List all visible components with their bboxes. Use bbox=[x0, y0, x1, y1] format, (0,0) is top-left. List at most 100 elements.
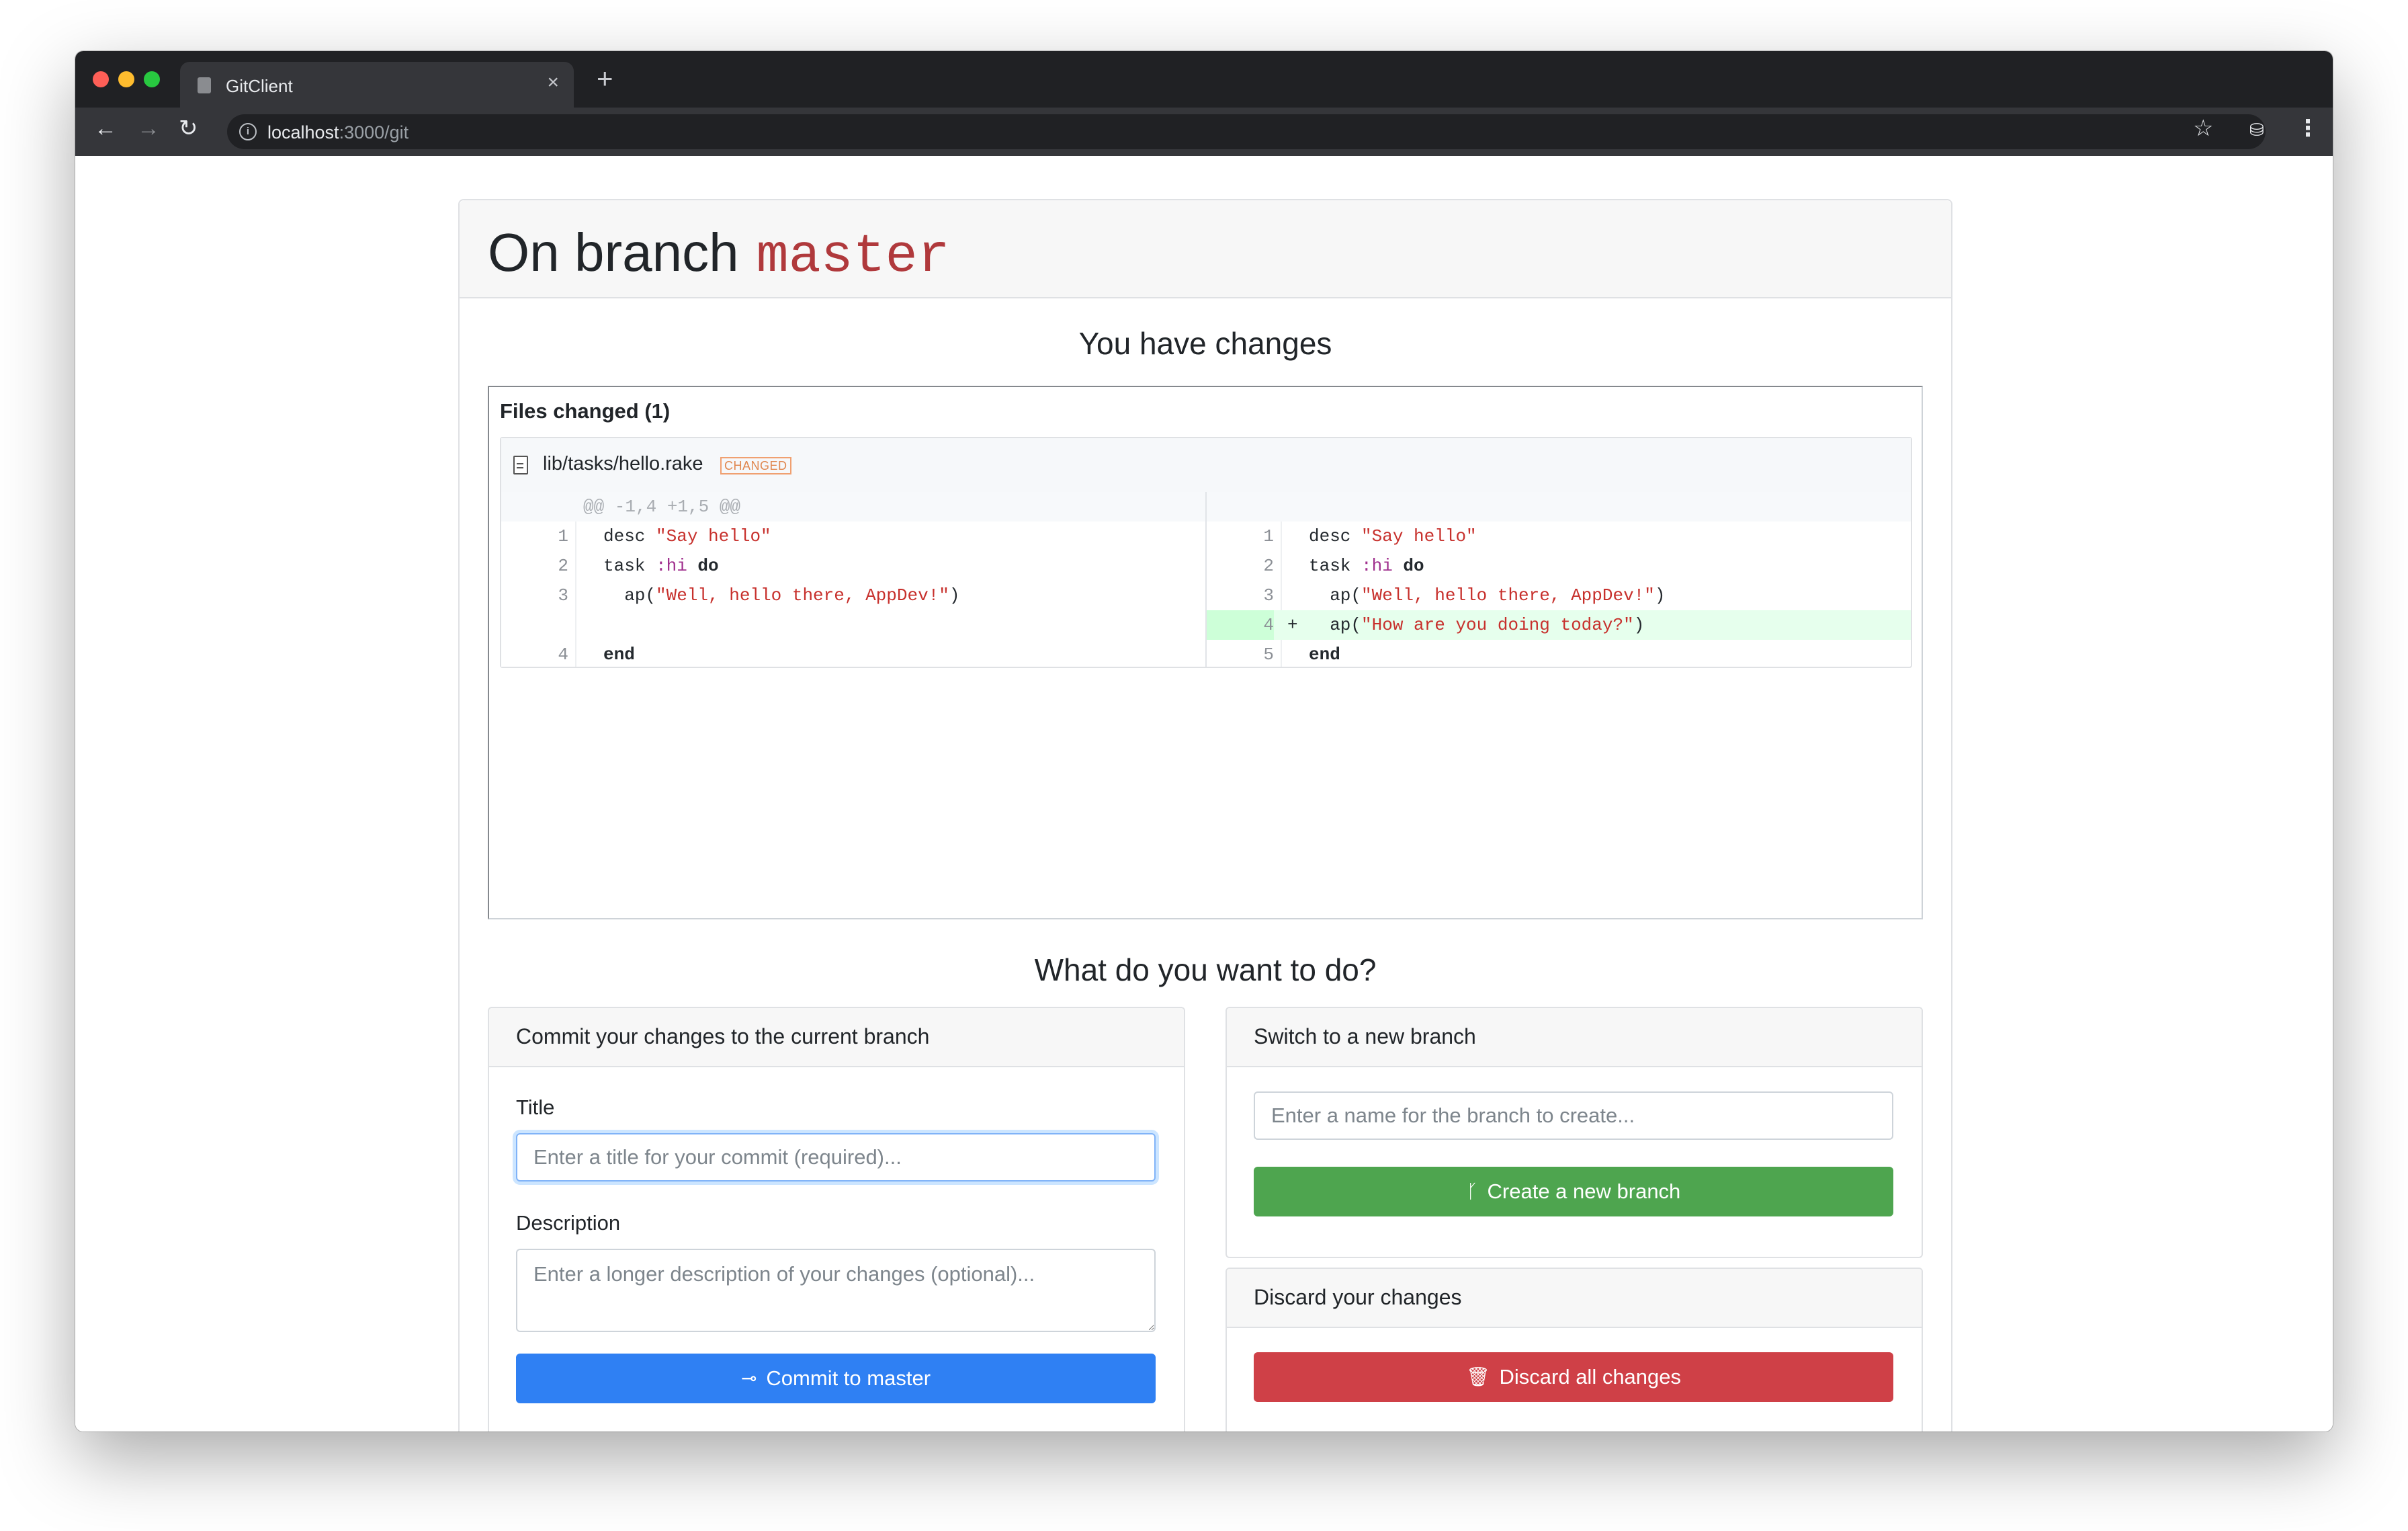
switch-branch-panel: Switch to a new branch ᚴ Create a new br… bbox=[1226, 1007, 1923, 1258]
discard-button[interactable]: 🗑 Discard all changes bbox=[1254, 1352, 1893, 1402]
commit-button[interactable]: ⊸ Commit to master bbox=[516, 1354, 1156, 1403]
discard-panel-header: Discard your changes bbox=[1227, 1269, 1922, 1328]
reload-icon[interactable]: ↻ bbox=[179, 117, 198, 140]
todo-heading: What do you want to do? bbox=[1034, 952, 1377, 987]
line-number: 4 bbox=[558, 645, 568, 665]
diff-row-empty bbox=[501, 610, 1205, 640]
minimize-window-button[interactable] bbox=[118, 71, 134, 87]
diff-row: 4 end bbox=[501, 640, 1205, 669]
code-token: task bbox=[603, 556, 656, 576]
switch-panel-title: Switch to a new branch bbox=[1254, 1024, 1476, 1048]
code-line: task :hi do bbox=[603, 551, 719, 581]
code-token: ap( bbox=[1309, 615, 1362, 635]
diff-row: 1 desc "Say hello" bbox=[1207, 522, 1911, 551]
commit-description-textarea[interactable] bbox=[516, 1249, 1156, 1332]
code-token: desc bbox=[603, 526, 656, 546]
line-number: 5 bbox=[1263, 645, 1274, 665]
title-label: Title bbox=[516, 1095, 555, 1119]
hunk-header-row bbox=[1207, 492, 1911, 522]
switch-panel-header: Switch to a new branch bbox=[1227, 1008, 1922, 1067]
create-branch-label: Create a new branch bbox=[1487, 1180, 1681, 1203]
back-arrow-icon[interactable]: ← bbox=[94, 117, 117, 140]
code-line: task :hi do bbox=[1309, 551, 1424, 581]
description-label: Description bbox=[516, 1211, 621, 1235]
diff-row: 5 end bbox=[1207, 640, 1911, 669]
changes-heading: You have changes bbox=[1078, 326, 1332, 361]
discard-panel-title: Discard your changes bbox=[1254, 1285, 1462, 1309]
diff-left-pane: @@ -1,4 +1,5 @@ 1 desc "Say hello" 2 task … bbox=[501, 492, 1207, 667]
url-text[interactable]: localhost:3000/git bbox=[267, 122, 408, 143]
url-host: localhost bbox=[267, 122, 339, 142]
bookmark-star-icon[interactable]: ☆ bbox=[2193, 117, 2213, 140]
diff-row: 2 task :hi do bbox=[1207, 551, 1911, 581]
branch-name: master bbox=[756, 226, 950, 288]
code-token: desc bbox=[1309, 526, 1362, 546]
page-title-prefix: On branch bbox=[488, 222, 739, 282]
branch-card: On branch master You have changes Files c… bbox=[458, 199, 1952, 1432]
code-line: desc "Say hello" bbox=[1309, 522, 1477, 551]
code-line: ap("How are you doing today?") bbox=[1309, 610, 1644, 640]
favicon-icon bbox=[198, 77, 211, 93]
kebab-menu-icon[interactable]: ⋮ bbox=[2296, 117, 2319, 140]
code-string: "How are you doing today?" bbox=[1361, 615, 1634, 635]
info-icon[interactable]: i bbox=[239, 123, 257, 140]
code-line: ap("Well, hello there, AppDev!") bbox=[603, 581, 960, 610]
discard-button-label: Discard all changes bbox=[1499, 1365, 1682, 1389]
code-token: ) bbox=[1633, 615, 1645, 635]
code-symbol: :hi bbox=[1361, 556, 1393, 576]
commit-panel: Commit your changes to the current branc… bbox=[488, 1007, 1185, 1432]
file-status-badge: CHANGED bbox=[720, 457, 791, 474]
file-name[interactable]: lib/tasks/hello.rake bbox=[543, 453, 703, 475]
code-keyword: do bbox=[1392, 556, 1424, 576]
new-tab-icon[interactable]: + bbox=[597, 65, 613, 93]
diff-row: 1 desc "Say hello" bbox=[501, 522, 1205, 551]
code-keyword: end bbox=[603, 645, 635, 665]
commit-title-input[interactable] bbox=[516, 1133, 1156, 1182]
hunk-header: @@ -1,4 +1,5 @@ bbox=[583, 497, 741, 517]
branch-name-input[interactable] bbox=[1254, 1091, 1893, 1140]
incognito-icon[interactable]: ⛁ bbox=[2249, 121, 2264, 138]
tab-close-icon[interactable]: × bbox=[547, 73, 559, 93]
hunk-header-row: @@ -1,4 +1,5 @@ bbox=[501, 492, 1205, 522]
commit-panel-header: Commit your changes to the current branc… bbox=[489, 1008, 1184, 1067]
code-string: "Well, hello there, AppDev!" bbox=[1361, 585, 1655, 606]
line-number: 2 bbox=[1263, 556, 1274, 576]
files-changed-label: Files changed (1) bbox=[500, 399, 671, 423]
close-window-button[interactable] bbox=[93, 71, 109, 87]
diff-row-added: 4 + ap("How are you doing today?") bbox=[1207, 610, 1911, 640]
line-number: 3 bbox=[1263, 585, 1274, 606]
code-string: "Well, hello there, AppDev!" bbox=[656, 585, 949, 606]
commit-button-label: Commit to master bbox=[766, 1366, 931, 1390]
zoom-window-button[interactable] bbox=[144, 71, 160, 87]
file-header: lib/tasks/hello.rake CHANGED bbox=[501, 438, 1911, 493]
create-branch-button[interactable]: ᚴ Create a new branch bbox=[1254, 1167, 1893, 1216]
page-viewport: On branch master You have changes Files c… bbox=[75, 156, 2333, 1432]
code-token: task bbox=[1309, 556, 1362, 576]
trash-icon: 🗑 bbox=[1465, 1366, 1490, 1387]
tab-title: GitClient bbox=[226, 76, 293, 96]
code-token: ) bbox=[949, 585, 960, 606]
line-number: 3 bbox=[558, 585, 568, 606]
commit-panel-title: Commit your changes to the current branc… bbox=[516, 1024, 930, 1048]
browser-toolbar: ← → ↻ i localhost:3000/git ☆ ⛁ ⋮ bbox=[75, 108, 2333, 156]
card-header: On branch master bbox=[460, 200, 1951, 298]
file-icon bbox=[513, 456, 528, 474]
diff-right-pane: 1 desc "Say hello" 2 task :hi do 3 ap("Wel… bbox=[1207, 492, 1911, 667]
code-token: ap( bbox=[1309, 585, 1362, 606]
browser-tab[interactable]: GitClient × bbox=[180, 62, 574, 108]
code-keyword: do bbox=[687, 556, 719, 576]
line-number: 1 bbox=[1263, 526, 1274, 546]
url-path: :3000/git bbox=[339, 122, 409, 142]
git-branch-icon: ᚴ bbox=[1466, 1181, 1478, 1202]
code-line: ap("Well, hello there, AppDev!") bbox=[1309, 581, 1666, 610]
diff-row: 3 ap("Well, hello there, AppDev!") bbox=[1207, 581, 1911, 610]
file-diff: lib/tasks/hello.rake CHANGED @@ -1,4 +1,… bbox=[500, 437, 1912, 668]
tab-bar: GitClient × + bbox=[75, 51, 2333, 108]
address-bar[interactable]: i localhost:3000/git bbox=[227, 114, 2266, 149]
code-token: ) bbox=[1654, 585, 1666, 606]
forward-arrow-icon[interactable]: → bbox=[137, 117, 160, 140]
added-sign: + bbox=[1287, 615, 1298, 635]
discard-panel: Discard your changes 🗑 Discard all chang… bbox=[1226, 1268, 1923, 1432]
browser-window: GitClient × + ← → ↻ i localhost:3000/git… bbox=[75, 51, 2333, 1432]
files-changed-box: Files changed (1) lib/tasks/hello.rake C… bbox=[488, 386, 1923, 919]
